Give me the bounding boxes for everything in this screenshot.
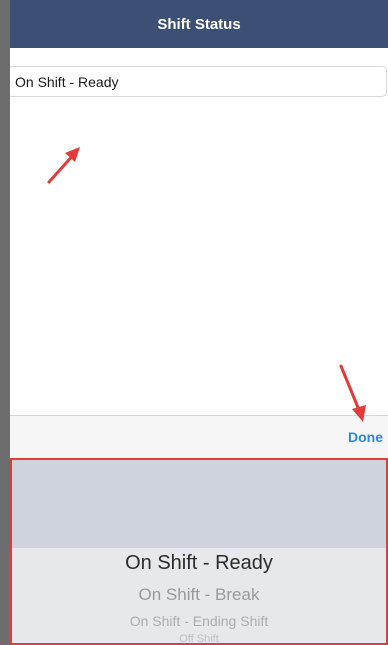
shift-status-picker[interactable]: On Shift - Ready On Shift - Break On Shi…	[10, 458, 388, 645]
picker-item-selected[interactable]: On Shift - Ready	[12, 552, 386, 575]
picker-toolbar: Done	[10, 415, 388, 458]
app-screen: Shift Status On Shift - Ready Done On Sh…	[0, 0, 388, 645]
picker-item-break[interactable]: On Shift - Break	[12, 585, 386, 605]
done-button[interactable]: Done	[348, 429, 383, 445]
page-title: Shift Status	[157, 15, 241, 33]
picker-item-off-shift[interactable]: Off Shift	[12, 633, 386, 643]
shift-status-field[interactable]: On Shift - Ready	[7, 66, 387, 97]
navigation-bar: Shift Status	[10, 0, 388, 48]
picker-item-ending-shift[interactable]: On Shift - Ending Shift	[12, 613, 386, 629]
content-area	[10, 48, 388, 415]
window-edge	[0, 0, 10, 645]
